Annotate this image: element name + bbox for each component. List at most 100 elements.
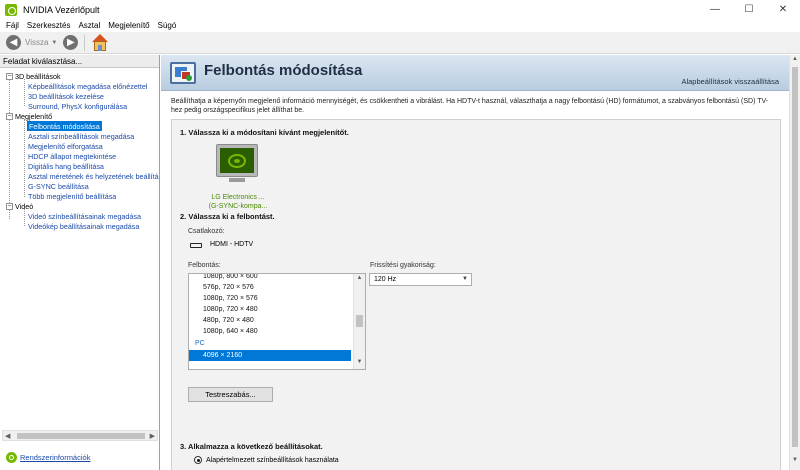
sidebar-item-rotate-display[interactable]: Megjelenítő elforgatása (28, 141, 103, 151)
monitor-icon[interactable] (216, 144, 258, 177)
tree-connector (24, 119, 25, 197)
sidebar-item-desktop-color[interactable]: Asztali színbeállítások megadása (28, 131, 134, 141)
step-3-heading: 3. Alkalmazza a következő beállításokat. (180, 442, 323, 451)
collapse-icon[interactable]: − (6, 72, 13, 80)
tree-connector (24, 79, 25, 106)
list-item[interactable]: 1080p, 720 × 480 (189, 304, 351, 315)
forward-arrow-icon[interactable]: ▶ (63, 35, 79, 50)
scroll-up-icon[interactable]: ▲ (790, 56, 800, 62)
sidebar-item-change-resolution[interactable]: Felbontás módosítása (27, 121, 102, 131)
task-tree: − 3D beállítások Képbeállítások megadása… (0, 69, 159, 434)
sidebar-item-video-image[interactable]: Videókép beállításainak megadása (28, 221, 139, 231)
scroll-down-icon[interactable]: ▼ (354, 359, 365, 365)
window-title: NVIDIA Vezérlőpult (23, 4, 100, 15)
list-item[interactable]: 576p, 720 × 576 (189, 282, 351, 293)
content-area: Felbontás módosítása Alapbeállítások vis… (161, 55, 789, 470)
system-info-label[interactable]: Rendszerinformációk (20, 453, 90, 462)
customize-button[interactable]: Testreszabás... (188, 387, 273, 402)
category-label[interactable]: Videó (15, 202, 33, 211)
task-sidebar: Feladat kiválasztása... − 3D beállítások… (0, 55, 160, 470)
sidebar-item-hdcp-status[interactable]: HDCP állapot megtekintése (28, 151, 116, 161)
tree-category-display[interactable]: − Megjelenítő (0, 111, 52, 121)
sidebar-item-digital-audio[interactable]: Digitális hang beállítása (28, 161, 104, 171)
system-info-icon (6, 452, 17, 463)
category-label[interactable]: 3D beállítások (15, 72, 61, 81)
minimize-button[interactable]: — (698, 0, 732, 19)
sidebar-horizontal-scrollbar[interactable]: ◀ ▶ (2, 430, 158, 441)
back-history-dropdown-icon[interactable]: ▼ (51, 40, 57, 46)
tree-category-3d[interactable]: − 3D beállítások (0, 71, 61, 81)
menu-display[interactable]: Megjelenítő (104, 21, 153, 30)
radio-button-selected[interactable] (194, 456, 202, 464)
settings-panel: 1. Válassza ki a módosítani kívánt megje… (171, 119, 781, 470)
collapse-icon[interactable]: − (6, 202, 13, 210)
home-icon[interactable] (91, 33, 109, 52)
tree-connector (24, 209, 25, 226)
scroll-thumb[interactable] (17, 433, 145, 439)
list-item[interactable]: 480p, 720 × 480 (189, 315, 351, 326)
back-arrow-icon[interactable]: ◀ (6, 35, 21, 50)
list-item[interactable]: 1080p, 640 × 480 (189, 326, 351, 337)
display-name-line-2: (G-SYNC-kompa... (208, 203, 268, 210)
resolution-label: Felbontás: (188, 262, 221, 269)
restore-defaults-link[interactable]: Alapbeállítások visszaállítása (681, 77, 779, 86)
monitor-stand (229, 178, 245, 182)
page-title: Felbontás módosítása (204, 62, 363, 79)
tree-category-video[interactable]: − Videó (0, 201, 33, 211)
list-item-selected[interactable]: 4096 × 2160 (189, 350, 351, 361)
refresh-rate-select[interactable]: 120 Hz ▼ (369, 273, 472, 286)
display-name[interactable]: LG Electronics ... (G-SYNC-kompa... (200, 193, 276, 211)
resolution-list-scrollbar[interactable]: ▲ ▼ (353, 274, 365, 369)
scroll-right-icon[interactable]: ▶ (150, 432, 155, 440)
menu-bar: Fájl Szerkesztés Asztal Megjelenítő Súgó (0, 19, 800, 32)
menu-help[interactable]: Súgó (154, 21, 181, 30)
list-item[interactable]: 1080p, 720 × 576 (189, 293, 351, 304)
list-item[interactable]: 1080p, 800 × 600 (189, 274, 351, 282)
toolbar: ◀ Vissza ▼ ▶ (0, 32, 800, 54)
toolbar-separator (84, 34, 86, 51)
scroll-thumb[interactable] (356, 315, 363, 327)
connector-label: Csatlakozó: (188, 228, 225, 235)
page-description: Beállíthatja a képernyőn megjelenő infor… (171, 98, 769, 114)
menu-file[interactable]: Fájl (0, 21, 23, 30)
menu-desktop[interactable]: Asztal (74, 21, 104, 30)
nvidia-logo-icon (5, 3, 17, 16)
sidebar-item-image-settings-preview[interactable]: Képbeállítások megadása előnézettel (28, 81, 147, 91)
sidebar-item-gsync[interactable]: G-SYNC beállítása (28, 181, 89, 191)
menu-edit[interactable]: Szerkesztés (23, 21, 75, 30)
resolution-list[interactable]: 1080p, 800 × 600 576p, 720 × 576 1080p, … (188, 273, 366, 370)
page-header: Felbontás módosítása Alapbeállítások vis… (161, 55, 789, 91)
sidebar-item-surround-physx[interactable]: Surround, PhysX konfigurálása (28, 101, 127, 111)
scroll-down-icon[interactable]: ▼ (790, 457, 800, 463)
tree-connector (9, 79, 10, 219)
resolution-group-header: PC (195, 340, 205, 347)
connector-value: HDMI - HDTV (210, 241, 254, 248)
resolution-page-icon (170, 62, 196, 84)
default-color-settings-option[interactable]: Alapértelmezett színbeállítások használa… (194, 456, 339, 464)
sidebar-item-desktop-size-position[interactable]: Asztal méretének és helyzetének beállítá… (28, 171, 159, 181)
window-controls: — ☐ ✕ (698, 0, 800, 19)
back-button-label[interactable]: Vissza (25, 38, 48, 47)
scroll-up-icon[interactable]: ▲ (354, 275, 365, 281)
sidebar-item-multiple-displays[interactable]: Több megjelenítő beállítása (28, 191, 116, 201)
step-1-heading: 1. Válassza ki a módosítani kívánt megje… (180, 128, 349, 137)
scroll-left-icon[interactable]: ◀ (5, 432, 10, 440)
refresh-rate-value: 120 Hz (374, 276, 397, 283)
close-button[interactable]: ✕ (766, 0, 800, 19)
chevron-down-icon[interactable]: ▼ (462, 276, 468, 282)
content-vertical-scrollbar[interactable]: ▲ ▼ (789, 55, 800, 470)
system-info-link[interactable]: Rendszerinformációk (6, 452, 90, 463)
refresh-rate-label: Frissítési gyakoriság: (370, 262, 436, 269)
category-label[interactable]: Megjelenítő (15, 112, 52, 121)
radio-label[interactable]: Alapértelmezett színbeállítások használa… (206, 457, 339, 464)
sidebar-item-manage-3d-settings[interactable]: 3D beállítások kezelése (28, 91, 104, 101)
collapse-icon[interactable]: − (6, 112, 13, 120)
title-bar: NVIDIA Vezérlőpult — ☐ ✕ (0, 0, 800, 19)
task-header: Feladat kiválasztása... (0, 55, 159, 68)
sidebar-item-video-color[interactable]: Videó színbeállításainak megadása (28, 211, 141, 221)
step-2-heading: 2. Válassza ki a felbontást. (180, 212, 275, 221)
scroll-thumb[interactable] (792, 67, 798, 447)
maximize-button[interactable]: ☐ (732, 0, 766, 19)
hdmi-connector-icon (190, 243, 202, 248)
display-name-line-1: LG Electronics ... (211, 194, 265, 201)
